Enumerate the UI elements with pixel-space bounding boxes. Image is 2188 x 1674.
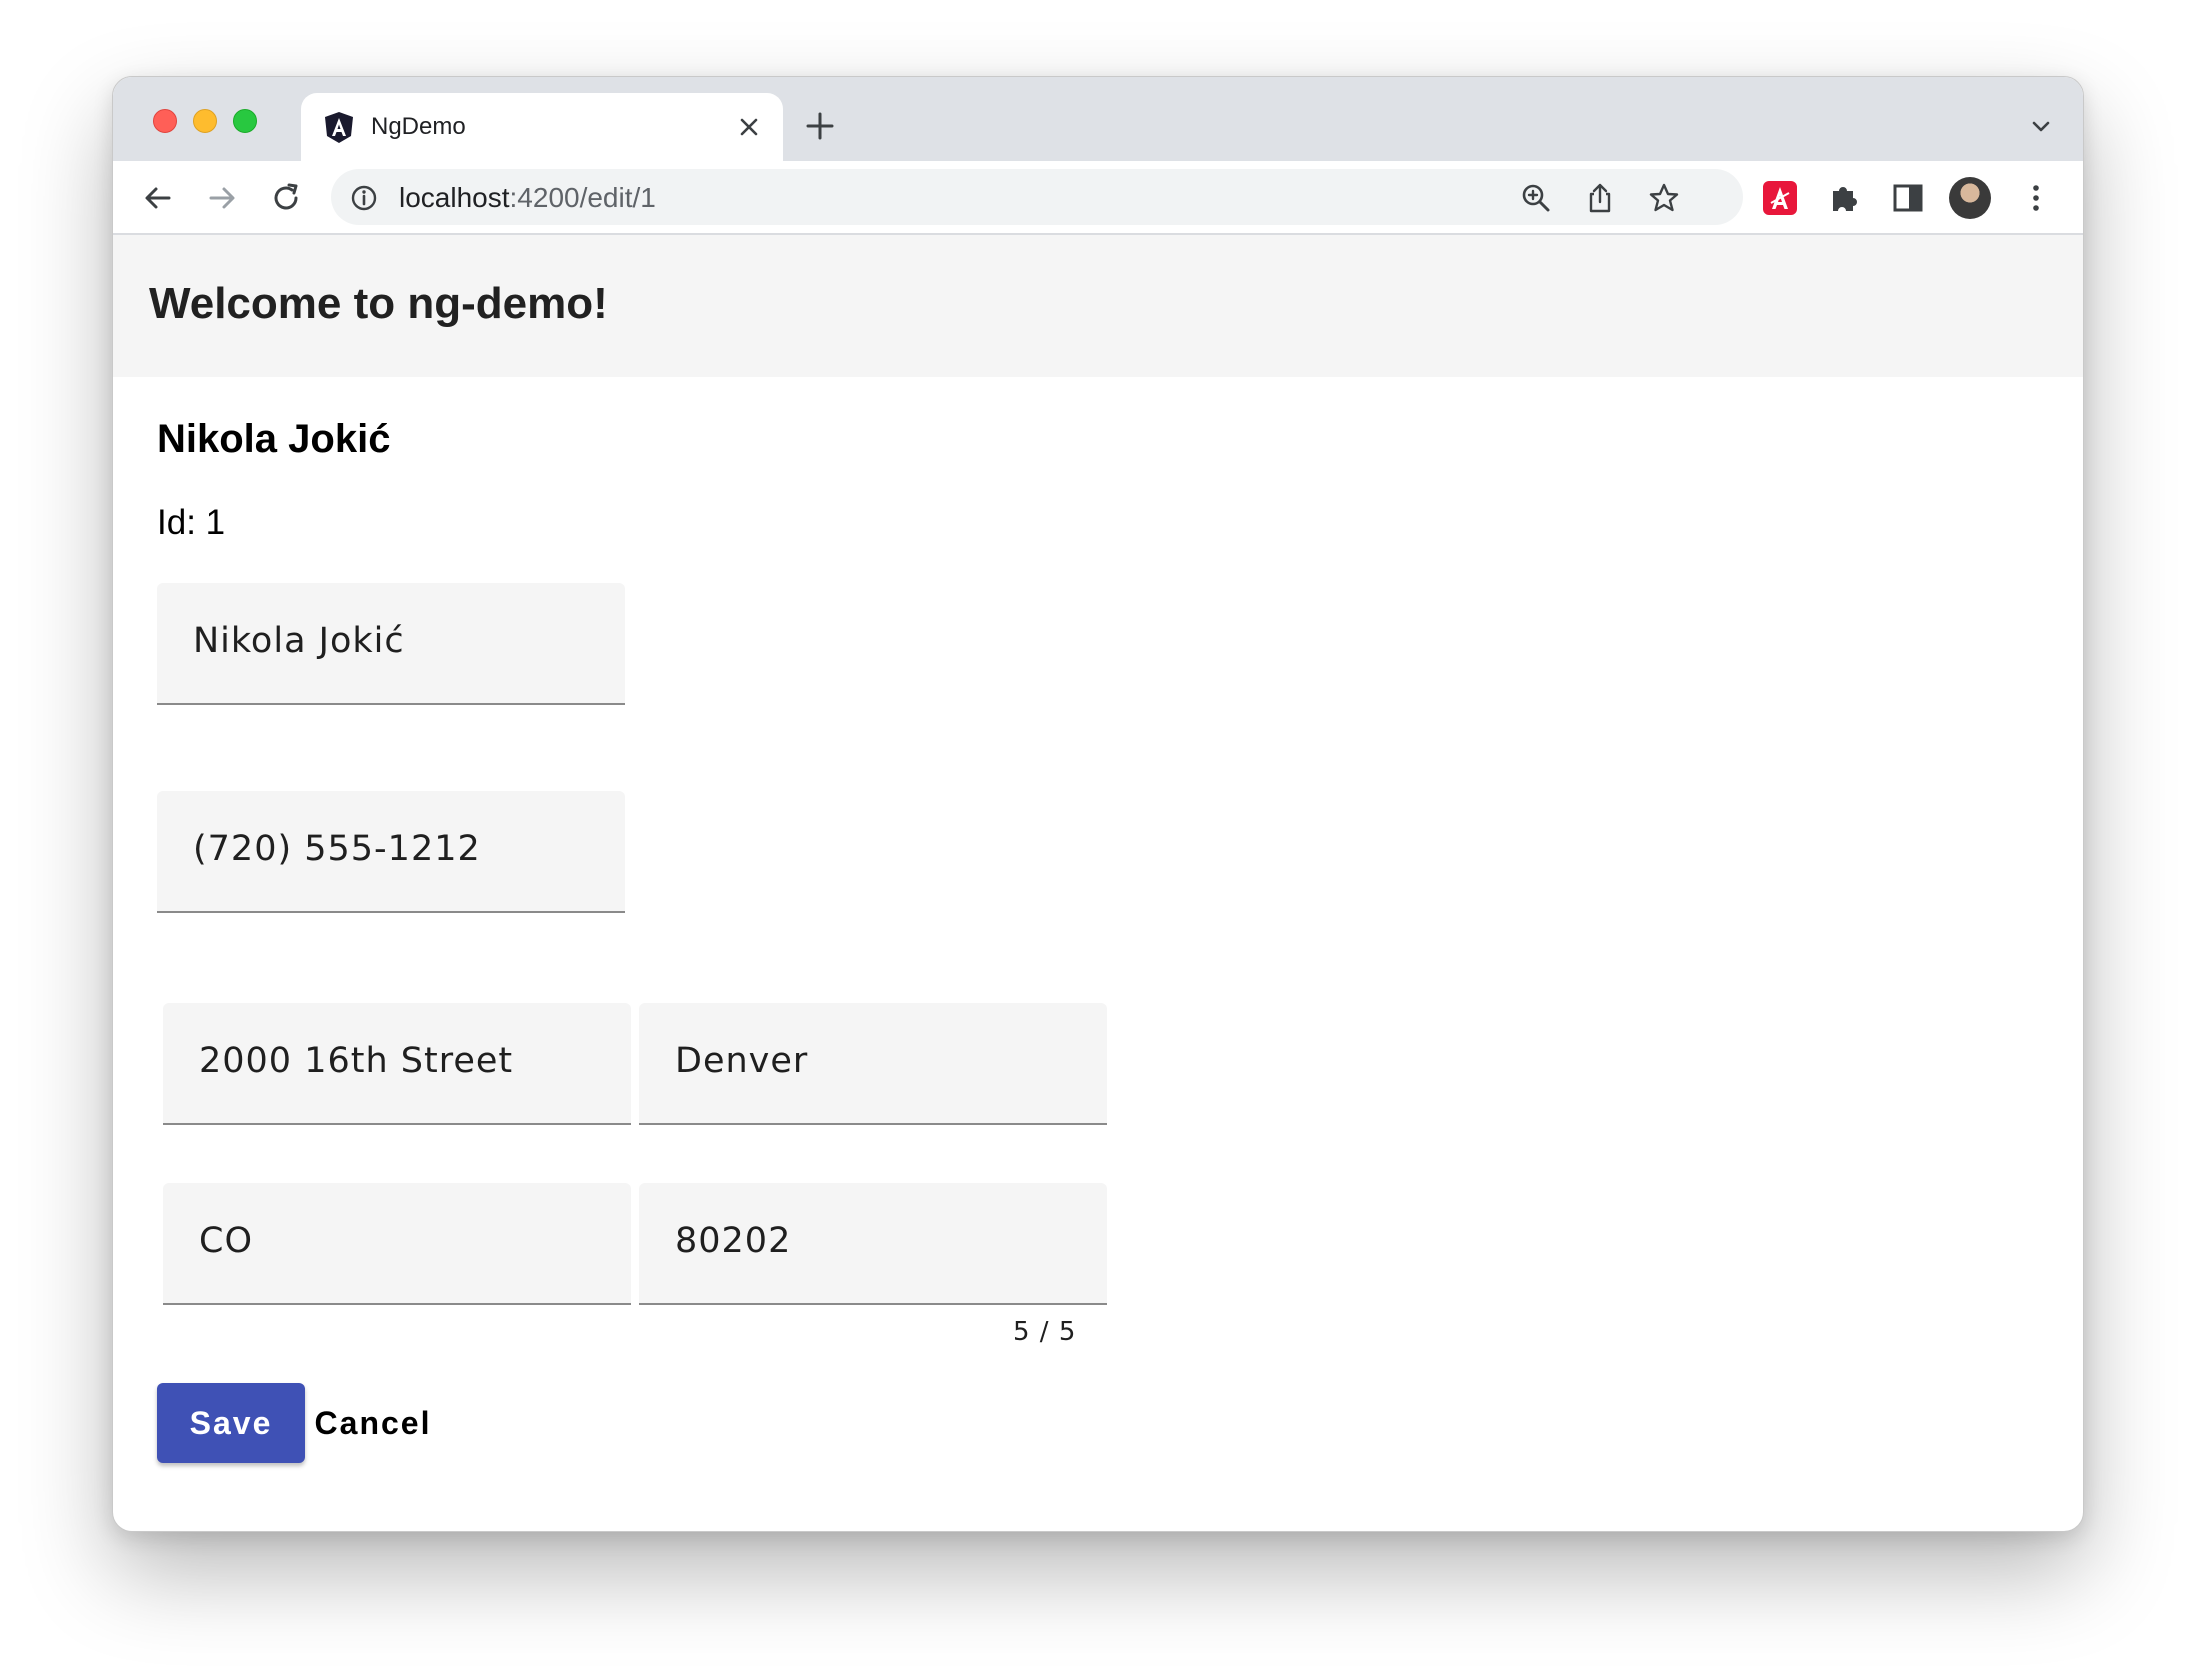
- city-field[interactable]: Denver: [639, 1003, 1107, 1125]
- browser-window: NgDemo localhost:4200/edit/1 Welcome to …: [112, 76, 2084, 1532]
- record-id: Id: 1: [157, 503, 226, 542]
- state-value: CO: [199, 1221, 253, 1261]
- share-icon[interactable]: [1583, 181, 1617, 215]
- angular-logo-icon: [325, 112, 353, 143]
- zoom-in-icon[interactable]: [1519, 181, 1553, 215]
- info-icon[interactable]: [349, 183, 379, 213]
- url-path: :4200/edit/1: [509, 182, 656, 213]
- close-icon[interactable]: [735, 113, 763, 141]
- maximize-window-button[interactable]: [233, 109, 257, 133]
- close-window-button[interactable]: [153, 109, 177, 133]
- star-icon[interactable]: [1647, 181, 1681, 215]
- city-value: Denver: [675, 1041, 809, 1081]
- app-header: Welcome to ng-demo!: [113, 235, 2083, 377]
- chevron-down-icon[interactable]: [2029, 115, 2053, 139]
- url-host: localhost: [399, 182, 510, 213]
- tab-strip: NgDemo: [113, 77, 2083, 161]
- street-value: 2000 16th Street: [199, 1041, 514, 1081]
- tab-title: NgDemo: [371, 113, 466, 140]
- tab-ngdemo[interactable]: NgDemo: [301, 93, 783, 161]
- zip-field[interactable]: 80202: [639, 1183, 1107, 1305]
- page-title: Nikola Jokić: [157, 417, 391, 461]
- url-text[interactable]: localhost:4200/edit/1: [399, 182, 656, 214]
- address-bar[interactable]: localhost:4200/edit/1: [331, 169, 1743, 225]
- save-button[interactable]: Save: [157, 1383, 305, 1463]
- puzzle-icon[interactable]: [1825, 179, 1863, 217]
- reload-icon[interactable]: [267, 179, 305, 217]
- plus-icon[interactable]: [803, 109, 837, 143]
- name-value: Nikola Jokić: [193, 621, 405, 661]
- avatar[interactable]: [1949, 177, 1991, 219]
- side-panel-icon[interactable]: [1889, 179, 1927, 217]
- name-field[interactable]: Nikola Jokić: [157, 583, 625, 705]
- zip-char-counter: 5 / 5: [1013, 1317, 1077, 1347]
- browser-toolbar: localhost:4200/edit/1: [113, 161, 2083, 235]
- arrow-right-icon[interactable]: [203, 179, 241, 217]
- edit-form-page: Nikola Jokić Id: 1 Nikola Jokić (720) 55…: [113, 377, 2083, 1531]
- minimize-window-button[interactable]: [193, 109, 217, 133]
- phone-field[interactable]: (720) 555-1212: [157, 791, 625, 913]
- zip-value: 80202: [675, 1221, 792, 1261]
- phone-value: (720) 555-1212: [193, 829, 481, 869]
- state-field[interactable]: CO: [163, 1183, 631, 1305]
- kebab-menu-icon[interactable]: [2017, 179, 2055, 217]
- cancel-button[interactable]: Cancel: [311, 1383, 435, 1463]
- angular-devtools-icon[interactable]: [1761, 179, 1799, 217]
- arrow-left-icon[interactable]: [139, 179, 177, 217]
- app-title: Welcome to ng-demo!: [149, 279, 608, 328]
- street-field[interactable]: 2000 16th Street: [163, 1003, 631, 1125]
